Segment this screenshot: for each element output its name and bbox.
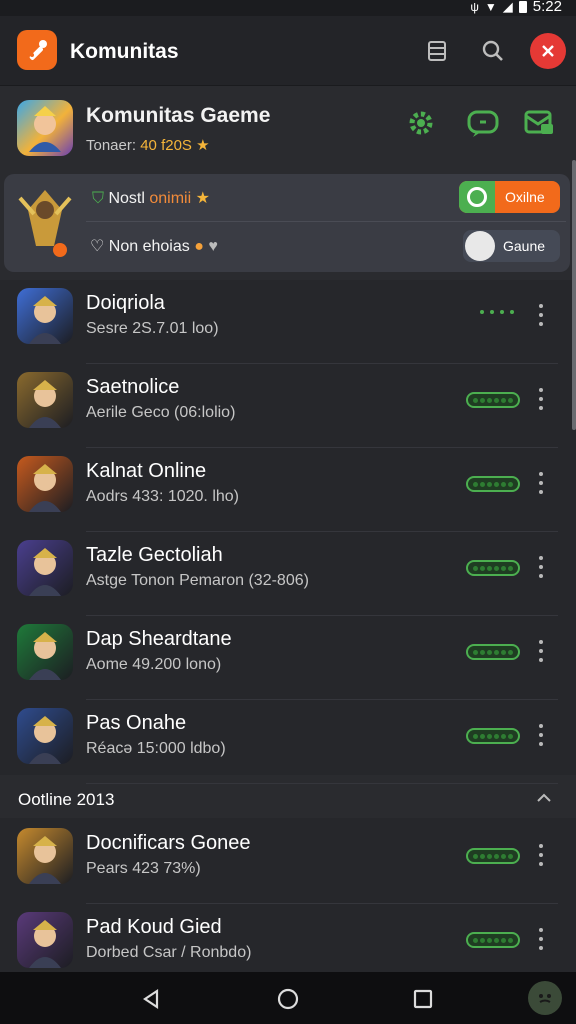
chevron-up-icon[interactable] xyxy=(534,788,554,808)
featured-line-2-text: Non ehoias xyxy=(108,238,190,255)
list-item[interactable]: Saetnolice Aerile Geco (06:lolio) xyxy=(0,364,576,448)
status-badge xyxy=(466,932,520,948)
handshake-icon: ♥ xyxy=(208,238,218,255)
game-avatar[interactable] xyxy=(17,372,73,428)
subtitle-value: 40 f20S xyxy=(140,137,192,154)
tablet-icon[interactable] xyxy=(418,32,456,70)
wrench-logo-icon[interactable] xyxy=(17,30,57,70)
more-options-icon[interactable] xyxy=(534,472,548,494)
status-badge xyxy=(466,848,520,864)
wifi-icon: ▼ xyxy=(484,0,497,14)
list-item-title: Pad Koud Gied xyxy=(86,916,222,938)
list-item-title: Pas Onahe xyxy=(86,712,187,734)
featured-line-2: ♡ Non ehoias ● ♥ xyxy=(90,236,218,256)
more-options-icon[interactable] xyxy=(534,388,548,410)
community-subtitle: Tonaer: 40 f20S ★ xyxy=(86,136,210,154)
game-avatar[interactable] xyxy=(17,540,73,596)
list-item-subtitle: Pears 423 73%) xyxy=(86,860,201,877)
chat-icon[interactable] xyxy=(466,106,500,140)
featured-line-1-highlight: onimii xyxy=(149,190,192,207)
status-time: 5:22 xyxy=(532,0,562,15)
featured-line-1: ⛉ Nostl onimii ★ xyxy=(92,188,210,208)
community-avatar[interactable] xyxy=(17,100,73,156)
list-item-subtitle: Aerile Geco (06:lolio) xyxy=(86,404,236,421)
online-toggle-label: Oxilne xyxy=(505,189,545,205)
status-icons: ψ ▼ ◢ 5:22 xyxy=(470,0,562,15)
more-options-icon[interactable] xyxy=(534,640,548,662)
status-dots xyxy=(480,310,514,314)
game-toggle-label: Gaune xyxy=(503,238,546,254)
list-item-title: Docnificars Gonee xyxy=(86,832,251,854)
list-item[interactable]: Doiqriola Sesre 2S.7.01 loo) xyxy=(0,280,576,364)
assistant-icon[interactable] xyxy=(528,981,562,1015)
status-badge xyxy=(466,392,520,408)
list-item[interactable]: Dap Sheardtane Aome 49.200 lono) xyxy=(0,616,576,700)
subtitle-label: Tonaer: xyxy=(86,137,137,154)
more-options-icon[interactable] xyxy=(534,928,548,950)
status-badge xyxy=(466,728,520,744)
more-options-icon[interactable] xyxy=(534,556,548,578)
status-badge xyxy=(466,560,520,576)
game-toggle[interactable]: Gaune xyxy=(463,230,560,262)
row-divider xyxy=(86,783,558,784)
shield-icon: ⛉ xyxy=(92,190,105,207)
status-badge xyxy=(466,644,520,660)
navigation-bar xyxy=(0,972,576,1024)
app-bar: Komunitas xyxy=(0,16,576,86)
list-item-subtitle: Dorbed Csar / Ronbdo) xyxy=(86,944,252,961)
gear-icon[interactable] xyxy=(404,106,438,140)
online-toggle-knob xyxy=(459,181,495,213)
list-item-subtitle: Astge Tonon Pemaron (32-806) xyxy=(86,572,309,589)
list-item[interactable]: Tazle Gectoliah Astge Tonon Pemaron (32-8… xyxy=(0,532,576,616)
list-item-subtitle: Réacə 15:000 ldbo) xyxy=(86,740,226,757)
game-avatar[interactable] xyxy=(17,828,73,884)
status-bar: ψ ▼ ◢ 5:22 xyxy=(0,0,576,16)
game-avatar[interactable] xyxy=(17,456,73,512)
back-icon[interactable] xyxy=(136,984,166,1014)
section-title: Ootline 2013 xyxy=(18,790,115,809)
flame-icon: ● xyxy=(194,238,204,255)
app-title: Komunitas xyxy=(70,40,179,63)
game-avatar[interactable] xyxy=(17,624,73,680)
list-item-title: Saetnolice xyxy=(86,376,180,398)
list-item-subtitle: Sesre 2S.7.01 loo) xyxy=(86,320,219,337)
list-item-title: Kalnat Online xyxy=(86,460,207,482)
list-item-title: Doiqriola xyxy=(86,292,165,314)
community-title: Komunitas Gaeme xyxy=(86,104,271,127)
status-badge xyxy=(466,476,520,492)
heart-icon: ♡ xyxy=(90,238,105,255)
recents-icon[interactable] xyxy=(408,984,438,1014)
more-options-icon[interactable] xyxy=(534,724,548,746)
star-icon: ★ xyxy=(196,137,210,154)
game-avatar[interactable] xyxy=(17,288,73,344)
game-avatar[interactable] xyxy=(17,708,73,764)
list-item-title: Tazle Gectoliah xyxy=(86,544,223,566)
list-item-subtitle: Aodrs 433: 1020. lho) xyxy=(86,488,239,505)
featured-divider xyxy=(86,221,566,222)
game-toggle-knob xyxy=(465,231,495,261)
more-options-icon[interactable] xyxy=(534,304,548,326)
usb-icon: ψ xyxy=(470,0,479,14)
list-item-subtitle: Aome 49.200 lono) xyxy=(86,656,222,673)
featured-line-1-prefix: Nostl xyxy=(108,190,145,207)
message-icon[interactable] xyxy=(522,106,556,140)
signal-icon: ◢ xyxy=(502,0,513,14)
online-toggle[interactable]: Oxilne xyxy=(459,181,560,213)
battery-icon xyxy=(518,0,527,13)
list-item[interactable]: Docnificars Gonee Pears 423 73%) xyxy=(0,820,576,904)
list-item-title: Dap Sheardtane xyxy=(86,628,232,650)
star-icon: ★ xyxy=(195,190,210,207)
home-icon[interactable] xyxy=(273,984,303,1014)
close-icon[interactable] xyxy=(530,33,566,69)
list-item[interactable]: Kalnat Online Aodrs 433: 1020. lho) xyxy=(0,448,576,532)
game-avatar[interactable] xyxy=(17,912,73,968)
featured-character xyxy=(14,180,76,264)
list-item[interactable]: Pas Onahe Réacə 15:000 ldbo) xyxy=(0,700,576,784)
search-icon[interactable] xyxy=(474,32,512,70)
more-options-icon[interactable] xyxy=(534,844,548,866)
